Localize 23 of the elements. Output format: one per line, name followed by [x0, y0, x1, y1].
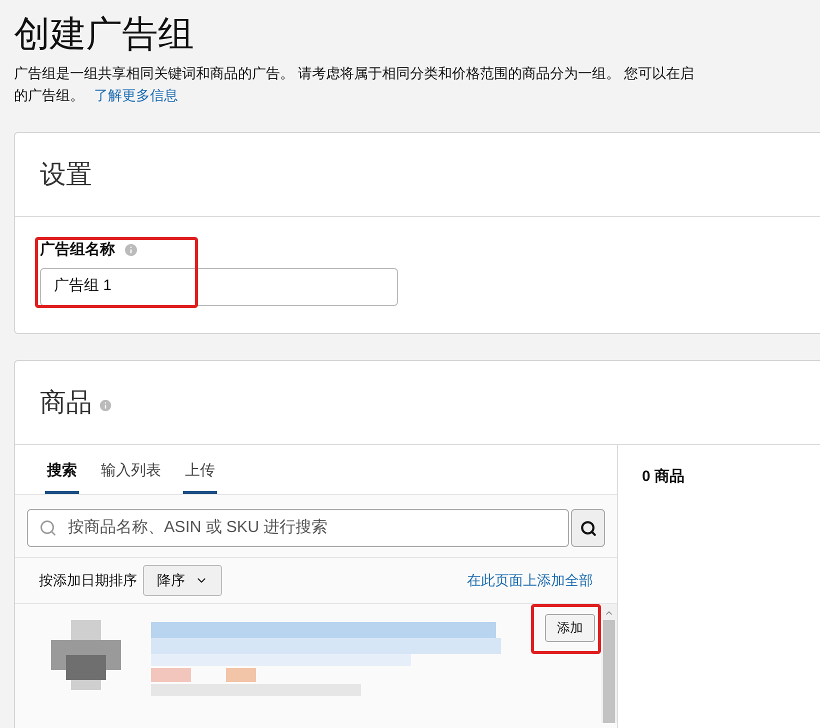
- page-title: 创建广告组: [14, 12, 194, 56]
- description-text: 广告组是一组共享相同关键词和商品的广告。 请考虑将属于相同分类和价格范围的商品分为一组。 您可以在启: [14, 64, 694, 83]
- search-icon: [39, 519, 57, 537]
- tab[interactable]: 搜索: [45, 446, 79, 494]
- section-title: 商品: [40, 386, 92, 419]
- field-label: 广告组名称: [40, 240, 115, 260]
- info-icon: [123, 242, 139, 258]
- search-icon: [580, 520, 596, 536]
- ad-group-name-field[interactable]: 广告组 1: [40, 268, 398, 306]
- sort-dropdown[interactable]: 降序: [143, 565, 222, 596]
- add-button[interactable]: 添加: [545, 614, 595, 642]
- scrollbar[interactable]: [601, 604, 617, 723]
- search-field[interactable]: 按商品名称、ASIN 或 SKU 进行搜索: [27, 509, 569, 547]
- info-icon: [98, 398, 113, 413]
- tab[interactable]: 上传: [183, 446, 217, 494]
- product-count: 0 商品: [642, 468, 685, 485]
- search-button[interactable]: [571, 509, 605, 547]
- sort-label: 按添加日期排序: [39, 571, 137, 590]
- description-text: 的广告组。: [14, 86, 84, 105]
- learn-more-link[interactable]: 了解更多信息: [94, 84, 178, 106]
- section-title: 设置: [40, 158, 92, 191]
- add-all-link[interactable]: 在此页面上添加全部: [467, 570, 593, 591]
- tab[interactable]: 输入列表: [99, 446, 163, 494]
